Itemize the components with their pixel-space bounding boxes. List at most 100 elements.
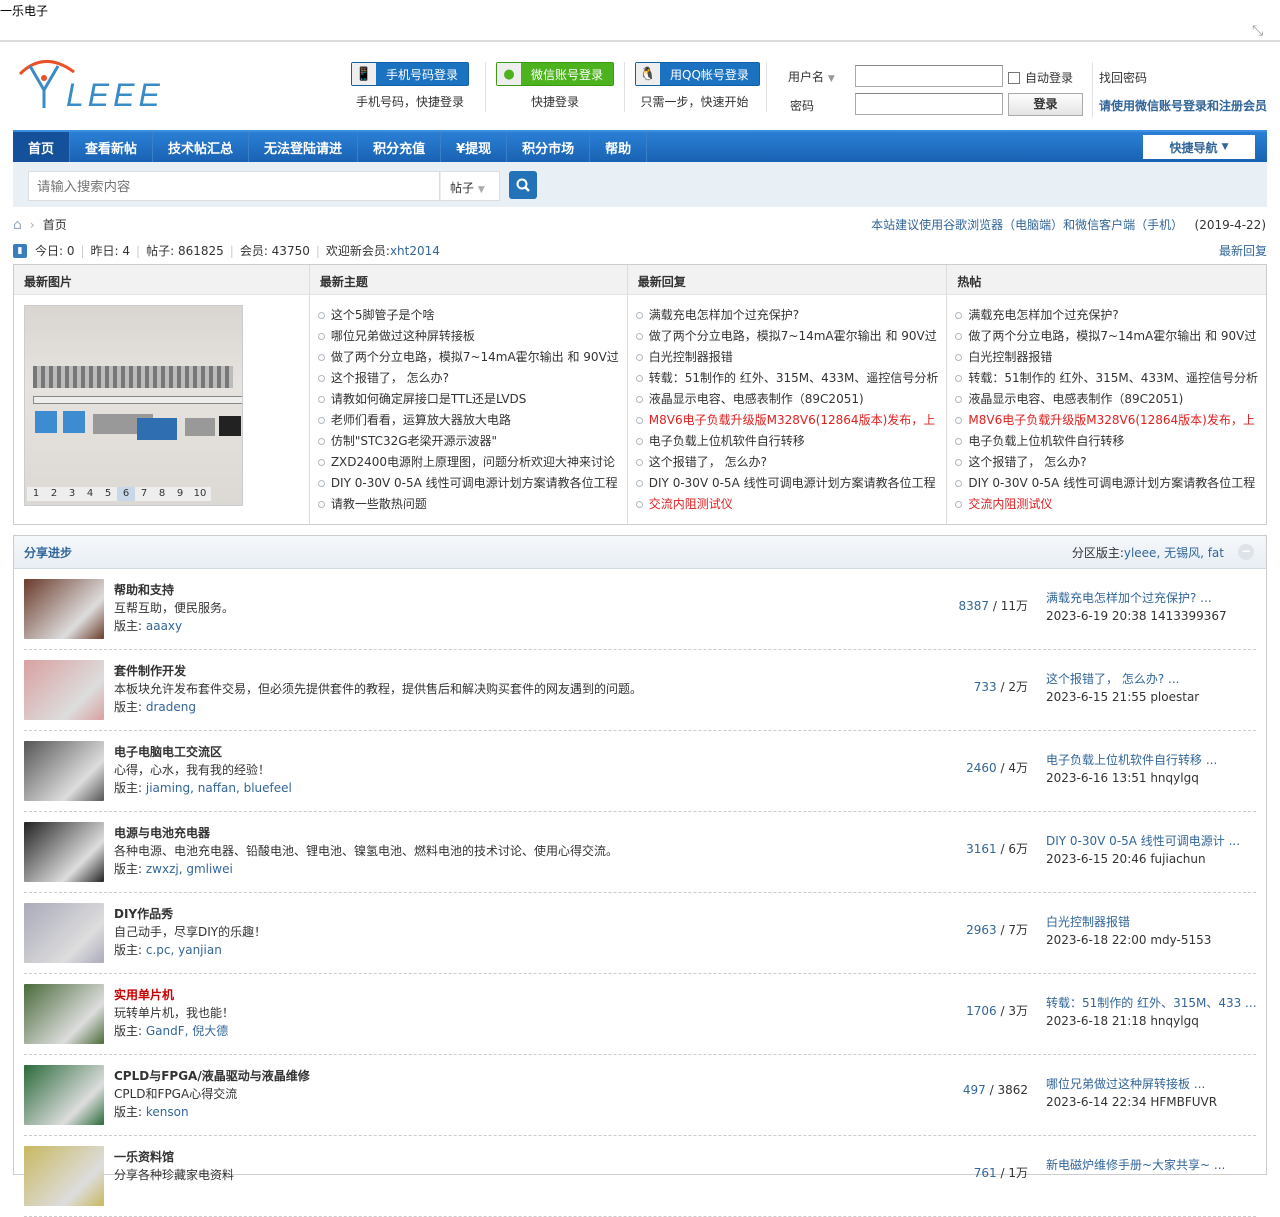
restore-icon[interactable]: ⤡	[1252, 24, 1266, 38]
forum-icon-image[interactable]	[24, 1146, 104, 1206]
last-post-link[interactable]: 满载充电怎样加个过充保护? ...	[1046, 589, 1227, 607]
new-member-link[interactable]: xht2014	[390, 244, 440, 258]
quick-nav-button[interactable]: 快捷导航 ▼	[1143, 135, 1255, 159]
thread-link[interactable]: 转载：51制作的 红外、315M、433M、遥控信号分析	[649, 371, 939, 385]
forum-name-link[interactable]: 帮助和支持	[114, 581, 234, 599]
thread-link[interactable]: 交流内阻测试仪	[649, 497, 733, 511]
forum-name-link[interactable]: 电子电脑电工交流区	[114, 743, 292, 761]
nav-help[interactable]: 帮助	[590, 132, 648, 162]
last-post-link[interactable]: 电子负载上位机软件自行转移 ...	[1046, 751, 1217, 769]
home-icon[interactable]: ⌂	[13, 217, 22, 233]
thread-link[interactable]: DIY 0-30V 0-5A 线性可调电源计划方案请教各位工程	[331, 476, 618, 490]
moderator-link[interactable]: dradeng	[146, 700, 196, 714]
forum-name-link[interactable]: 一乐资料馆	[114, 1148, 234, 1166]
forum-icon-image[interactable]	[24, 1065, 104, 1125]
forum-icon-image[interactable]	[24, 822, 104, 882]
auto-login-checkbox[interactable]: 自动登录	[1008, 69, 1073, 86]
thread-link[interactable]: 这个报错了， 怎么办?	[331, 371, 449, 385]
thread-link[interactable]: 这个5脚管子是个啥	[331, 308, 435, 322]
thread-count[interactable]: 761	[974, 1166, 997, 1180]
page-1[interactable]: 1	[27, 487, 45, 501]
thread-link[interactable]: 满载充电怎样加个过充保护?	[968, 308, 1118, 322]
thread-link[interactable]: M8V6电子负载升级版M328V6(12864版本)发布，上	[649, 413, 935, 427]
nav-home[interactable]: 首页	[13, 132, 71, 162]
thread-link[interactable]: 做了两个分立电路，模拟7~14mA霍尔输出 和 90V过	[649, 329, 937, 343]
forum-icon-image[interactable]	[24, 984, 104, 1044]
category-title[interactable]: 分享进步	[24, 544, 72, 560]
moderator-links[interactable]: yleee, 无锡风, fat	[1124, 544, 1224, 561]
thread-link[interactable]: 做了两个分立电路，模拟7~14mA霍尔输出 和 90V过	[968, 329, 1256, 343]
forum-name-link[interactable]: DIY作品秀	[114, 905, 266, 923]
phone-login-button[interactable]: 📱 手机号码登录	[351, 62, 470, 86]
thread-link[interactable]: 液晶显示电容、电感表制作（89C2051)	[649, 392, 864, 406]
forum-name-link[interactable]: 实用单片机	[114, 986, 234, 1004]
password-input[interactable]	[855, 93, 1003, 115]
nav-login-help[interactable]: 无法登陆请进	[249, 132, 359, 162]
nav-tech-summary[interactable]: 技术帖汇总	[153, 132, 250, 162]
thread-link[interactable]: 做了两个分立电路，模拟7~14mA霍尔输出 和 90V过	[331, 350, 619, 364]
thread-link[interactable]: 转载：51制作的 红外、315M、433M、遥控信号分析	[968, 371, 1258, 385]
page-5[interactable]: 5	[99, 487, 117, 501]
thread-count[interactable]: 2460	[966, 761, 997, 775]
forum-name-link[interactable]: 套件制作开发	[114, 662, 642, 680]
search-type-select[interactable]: 帖子 ▼	[440, 171, 500, 201]
last-post-link[interactable]: DIY 0-30V 0-5A 线性可调电源计 ...	[1046, 832, 1240, 850]
thread-link[interactable]: 这个报错了， 怎么办?	[649, 455, 767, 469]
thread-link[interactable]: 这个报错了， 怎么办?	[968, 455, 1086, 469]
login-button[interactable]: 登录	[1008, 93, 1083, 116]
thread-link[interactable]: 请教一些散热问题	[331, 497, 427, 511]
site-logo[interactable]: LEEE	[16, 56, 176, 113]
username-label[interactable]: 用户名 ▼	[788, 68, 835, 85]
page-6[interactable]: 6	[117, 487, 135, 501]
forum-icon-image[interactable]	[24, 741, 104, 801]
moderator-link[interactable]: kenson	[146, 1105, 189, 1119]
page-9[interactable]: 9	[171, 487, 189, 501]
thread-link[interactable]: 白光控制器报错	[649, 350, 733, 364]
search-button[interactable]	[509, 171, 537, 199]
page-8[interactable]: 8	[153, 487, 171, 501]
thread-link[interactable]: 哪位兄弟做过这种屏转接板	[331, 329, 475, 343]
thread-count[interactable]: 3161	[966, 842, 997, 856]
thread-link[interactable]: 白光控制器报错	[968, 350, 1052, 364]
thread-link[interactable]: 交流内阻测试仪	[968, 497, 1052, 511]
last-post-link[interactable]: 哪位兄弟做过这种屏转接板 ...	[1046, 1075, 1217, 1093]
moderator-link[interactable]: jiaming, naffan, bluefeel	[146, 781, 292, 795]
forum-icon-image[interactable]	[24, 903, 104, 963]
nav-recharge[interactable]: 积分充值	[358, 132, 442, 162]
moderator-link[interactable]: c.pc, yanjian	[146, 943, 222, 957]
page-3[interactable]: 3	[63, 487, 81, 501]
moderator-link[interactable]: zwxzj, gmliwei	[146, 862, 233, 876]
last-post-link[interactable]: 白光控制器报错	[1046, 913, 1211, 931]
page-4[interactable]: 4	[81, 487, 99, 501]
page-7[interactable]: 7	[135, 487, 153, 501]
browser-notice-link[interactable]: 本站建议使用谷歌浏览器（电脑端）和微信客户端（手机）	[871, 218, 1183, 232]
wechat-login-button[interactable]: ● 微信账号登录	[496, 62, 615, 86]
forgot-password-link[interactable]: 找回密码	[1099, 69, 1147, 86]
thread-count[interactable]: 497	[963, 1083, 986, 1097]
forum-name-link[interactable]: CPLD与FPGA/液晶驱动与液晶维修	[114, 1067, 310, 1085]
checkbox-box[interactable]	[1008, 71, 1020, 84]
thread-link[interactable]: 请教如何确定屏接口是TTL还是LVDS	[331, 392, 527, 406]
qq-login-button[interactable]: 🐧 用QQ帐号登录	[635, 62, 760, 86]
thread-link[interactable]: 满载充电怎样加个过充保护?	[649, 308, 799, 322]
nav-withdraw[interactable]: ¥提现	[441, 132, 508, 162]
thread-link[interactable]: 老师们看看，运算放大器放大电路	[331, 413, 511, 427]
nav-market[interactable]: 积分市场	[507, 132, 591, 162]
thread-link[interactable]: M8V6电子负载升级版M328V6(12864版本)发布，上	[968, 413, 1254, 427]
thread-count[interactable]: 1706	[966, 1004, 997, 1018]
forum-icon-image[interactable]	[24, 660, 104, 720]
search-input[interactable]	[28, 171, 440, 201]
thread-link[interactable]: DIY 0-30V 0-5A 线性可调电源计划方案请教各位工程	[968, 476, 1255, 490]
thread-link[interactable]: 电子负载上位机软件自行转移	[968, 434, 1124, 448]
last-post-link[interactable]: 这个报错了， 怎么办? ...	[1046, 670, 1199, 688]
breadcrumb-home[interactable]: 首页	[43, 216, 67, 233]
register-hint-link[interactable]: 请使用微信账号登录和注册会员	[1099, 97, 1267, 114]
thread-link[interactable]: 液晶显示电容、电感表制作（89C2051)	[968, 392, 1183, 406]
forum-icon-image[interactable]	[24, 579, 104, 639]
moderator-link[interactable]: aaaxy	[146, 619, 182, 633]
thread-link[interactable]: 仿制"STC32G老梁开源示波器"	[331, 434, 497, 448]
moderator-link[interactable]: GandF, 倪大德	[146, 1024, 228, 1038]
thread-link[interactable]: ZXD2400电源附上原理图，问题分析欢迎大神来讨论	[331, 455, 615, 469]
username-input[interactable]	[855, 65, 1003, 87]
thread-count[interactable]: 8387	[959, 599, 990, 613]
